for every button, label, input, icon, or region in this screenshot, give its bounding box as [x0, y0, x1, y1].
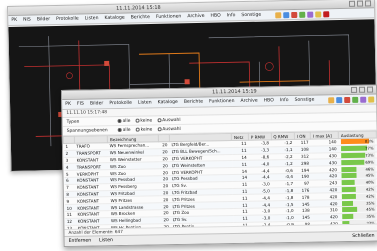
menu-item-funktionen[interactable]: Funktionen — [156, 14, 182, 20]
load-percent: 46% — [365, 166, 374, 172]
load-percent: 69% — [365, 159, 374, 165]
maximize-button[interactable] — [356, 0, 364, 7]
window-controls — [348, 0, 372, 7]
radio-keine[interactable]: keine — [135, 127, 152, 132]
list-title: 11.11.2014 15:19 — [212, 88, 257, 96]
minimize-button[interactable] — [350, 86, 358, 93]
load-bar-fill — [341, 200, 354, 206]
load-bar-fill — [341, 207, 357, 213]
radio-auswahl[interactable]: Auswahl — [157, 117, 181, 123]
minimize-button[interactable] — [348, 0, 356, 7]
close-button[interactable] — [366, 86, 374, 93]
tool-icon[interactable] — [315, 10, 322, 18]
menu-item-sonstige[interactable]: Sonstige — [295, 98, 315, 103]
menu-item-berichte[interactable]: Berichte — [184, 100, 203, 105]
load-percent: 45% — [365, 172, 375, 179]
menu-item-info[interactable]: Info — [227, 13, 236, 18]
load-percent: 83% — [364, 138, 374, 145]
load-percent: 73% — [365, 152, 374, 158]
load-bar-fill — [340, 173, 357, 179]
menu-item-sonstige[interactable]: Sonstige — [241, 13, 261, 18]
menu-item-kataloge[interactable]: Kataloge — [158, 100, 178, 105]
load-percent: 42% — [365, 186, 375, 192]
load-bar-fill — [340, 152, 366, 159]
list-toolbar — [328, 95, 377, 103]
menu-item-listen[interactable]: Listen — [85, 16, 99, 21]
load-percent: 35% — [366, 213, 375, 219]
schematic-toolbar — [275, 10, 330, 18]
close-red-icon[interactable] — [323, 10, 330, 17]
load-percent: 40% — [365, 179, 375, 185]
table-body: 1 TRAFO WS Fernsprechan... 20 LTG Bergfeld/B… — [63, 138, 377, 232]
menu-item-protokolle[interactable]: Protokolle — [109, 101, 132, 106]
tool-icon[interactable] — [283, 11, 290, 18]
load-bar-fill — [341, 180, 355, 186]
list-window: 11.11.2014 15:19 PK FIS Bilder Protokoll… — [61, 84, 377, 247]
menu-item-protokolle[interactable]: Protokolle — [56, 17, 79, 22]
tool-icon[interactable] — [299, 11, 306, 18]
results-table: Bezeichnung Netz P RMW Q RMW I ON I max … — [63, 130, 377, 232]
close-list-button[interactable]: Schließen — [352, 234, 374, 239]
load-percent: 77% — [365, 145, 374, 151]
filter-label: Spannungsebenen — [66, 127, 108, 134]
radio-alle[interactable]: alle — [117, 118, 130, 123]
menu-item-archive[interactable]: Archive — [187, 14, 204, 19]
menu-item-pk[interactable]: PK — [11, 18, 17, 23]
window-controls — [350, 86, 374, 93]
stage: 11.11.2014 15:18 PK NIS Bilder Protokoll… — [0, 0, 377, 251]
menu-item-bilder[interactable]: Bilder — [90, 101, 103, 106]
load-percent: 35% — [366, 200, 375, 206]
menu-item-funktionen[interactable]: Funktionen — [209, 99, 235, 104]
tool-icon[interactable] — [344, 96, 351, 103]
menu-item-berichte[interactable]: Berichte — [131, 15, 150, 20]
radio-alle[interactable]: alle — [117, 127, 131, 132]
menu-item-hbo[interactable]: HBO — [210, 14, 220, 19]
load-bar-fill — [341, 214, 354, 220]
radio-auswahl[interactable]: Auswahl — [157, 126, 181, 132]
remove-button[interactable]: Entfernen — [69, 238, 92, 243]
menu-item-bilder[interactable]: Bilder — [37, 17, 50, 22]
menu-item-info[interactable]: Info — [280, 98, 289, 103]
load-bar-fill — [341, 186, 356, 193]
tool-icon[interactable] — [368, 96, 375, 103]
tool-icon[interactable] — [352, 96, 359, 103]
tool-icon[interactable] — [360, 96, 367, 103]
tool-icon[interactable] — [307, 11, 314, 18]
radio-keine[interactable]: keine — [135, 118, 152, 123]
menu-item-nis[interactable]: NIS — [23, 18, 31, 23]
load-bar-fill — [341, 193, 356, 199]
menu-item-archive[interactable]: Archive — [240, 99, 257, 104]
load-bar-fill — [340, 145, 367, 152]
tool-icon[interactable] — [336, 96, 343, 103]
lists-button[interactable]: Listen — [99, 238, 113, 243]
menu-item-kataloge[interactable]: Kataloge — [104, 16, 124, 21]
filter-label: Typen — [66, 119, 80, 125]
load-bar-fill — [340, 159, 365, 165]
tool-icon[interactable] — [328, 96, 335, 103]
menu-item-fis[interactable]: FIS — [77, 102, 84, 107]
load-bar-fill — [340, 166, 357, 172]
menu-item-hbo[interactable]: HBO — [264, 98, 274, 103]
load-percent: 45% — [366, 206, 375, 213]
load-percent: 42% — [365, 193, 375, 199]
schematic-title: 11.11.2014 15:18 — [116, 4, 161, 12]
menu-item-pk[interactable]: PK — [65, 102, 71, 107]
menu-item-listen[interactable]: Listen — [138, 100, 152, 105]
tool-icon[interactable] — [275, 11, 282, 18]
maximize-button[interactable] — [358, 86, 366, 93]
tool-icon[interactable] — [291, 11, 298, 18]
close-button[interactable] — [364, 0, 372, 7]
